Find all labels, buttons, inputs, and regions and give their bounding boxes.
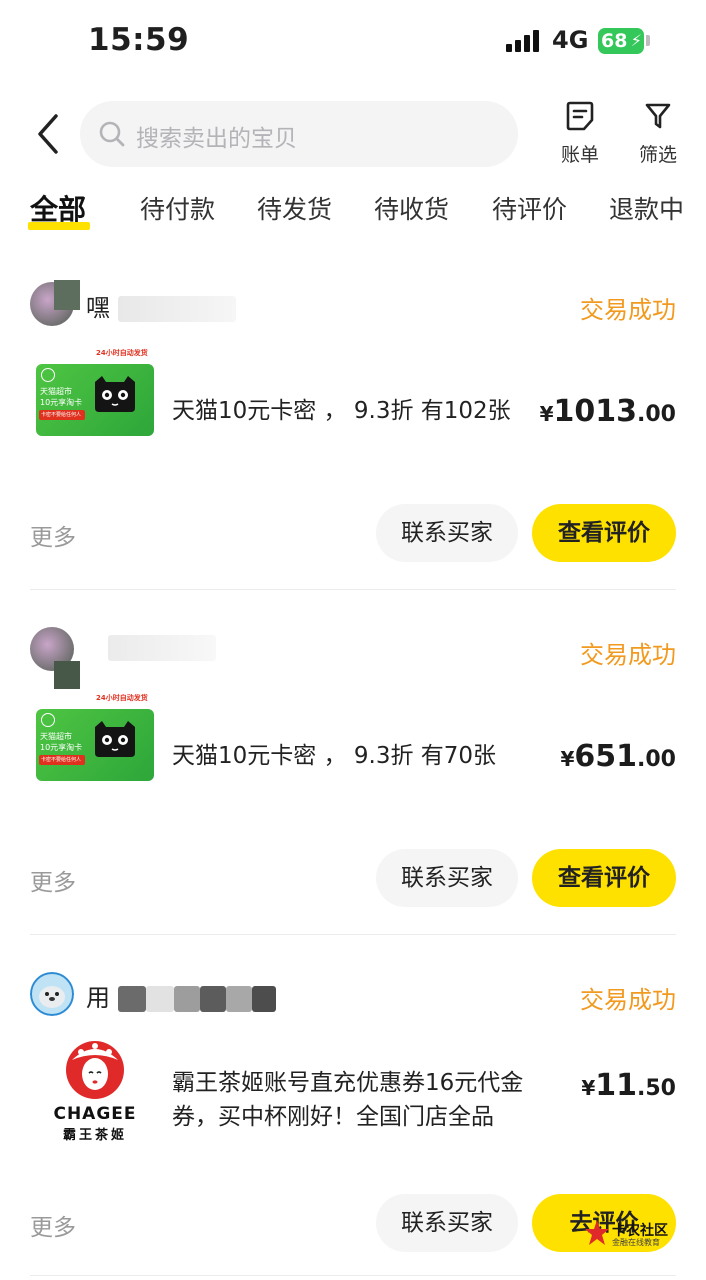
tab-refunding[interactable]: 退款中 — [609, 190, 684, 226]
tmall-cat-icon — [95, 376, 135, 412]
product-title[interactable]: 天猫10元卡密 ， 9.3折 有70张 — [172, 739, 542, 773]
price-integer: 651 — [574, 739, 638, 774]
card-line1: 天猫超市 — [40, 387, 72, 396]
tab-pending-shipment[interactable]: 待发货 — [257, 190, 332, 226]
buyer-name-visible: 嘿 — [86, 294, 110, 322]
search-icon — [99, 121, 125, 147]
avatar[interactable] — [30, 972, 74, 1016]
filter-icon — [645, 103, 671, 129]
search-placeholder: 搜索卖出的宝贝 — [136, 126, 297, 152]
divider — [30, 934, 676, 935]
order-tabs: 全部 待付款 待发货 待收货 待评价 退款中 — [0, 190, 706, 234]
watermark-subtitle: 金融在线教育 — [612, 1238, 660, 1247]
tab-pending-payment[interactable]: 待付款 — [140, 190, 215, 226]
buyer-name-redacted — [145, 986, 174, 1012]
card-line2: 10元享淘卡 — [40, 743, 83, 752]
gift-card-image: 天猫超市 10元享淘卡 卡密不要给任何人 — [36, 709, 154, 781]
bill-icon — [566, 101, 594, 131]
buyer-name-redacted — [117, 296, 236, 322]
tab-pending-review[interactable]: 待评价 — [492, 190, 567, 226]
price: ¥1013.00 — [540, 394, 676, 429]
buyer-name[interactable] — [108, 633, 216, 661]
seal-avatar-icon — [30, 972, 74, 1016]
product-thumbnail[interactable]: 天猫超市 10元享淘卡 卡密不要给任何人 24小时自动发货 — [36, 693, 154, 783]
buyer-name-redacted — [173, 986, 200, 1012]
more-button[interactable]: 更多 — [30, 863, 76, 897]
price-decimal: .00 — [637, 747, 676, 772]
network-type: 4G — [552, 26, 589, 54]
card-logo — [41, 368, 55, 382]
price-currency: ¥ — [560, 747, 575, 771]
search-input[interactable]: 搜索卖出的宝贝 — [80, 101, 518, 167]
order-status: 交易成功 — [580, 296, 676, 324]
more-button[interactable]: 更多 — [30, 518, 76, 552]
buyer-name[interactable]: 嘿 — [86, 288, 236, 323]
divider — [30, 589, 676, 590]
chagee-chinese-name: 霸王茶姬 — [62, 1128, 127, 1143]
product-title[interactable]: 天猫10元卡密 ， 9.3折 有102张 — [172, 394, 542, 428]
contact-buyer-button[interactable]: 联系买家 — [376, 1194, 518, 1252]
signal-icon — [506, 30, 540, 52]
battery-level: 68 — [601, 30, 628, 52]
card-logo — [41, 713, 55, 727]
buyer-name-redacted — [251, 986, 276, 1012]
divider — [30, 1275, 676, 1276]
bill-label: 账单 — [560, 144, 599, 166]
price-decimal: .00 — [637, 402, 676, 427]
card-line1: 天猫超市 — [40, 732, 72, 741]
buyer-name-redacted — [108, 635, 216, 661]
bill-button[interactable]: 账单 — [550, 100, 610, 167]
battery-tip — [646, 35, 650, 46]
price-currency: ¥ — [581, 1076, 596, 1100]
battery-icon: 68 ⚡ — [598, 28, 644, 54]
price-integer: 1013 — [553, 394, 638, 429]
watermark: 卡农社区 金融在线教育 — [584, 1216, 696, 1250]
card-line2: 10元享淘卡 — [40, 398, 83, 407]
back-icon[interactable] — [30, 112, 70, 156]
product-thumbnail[interactable]: CHAGEE 霸王茶姬 — [36, 1040, 154, 1143]
clock: 15:59 — [88, 22, 190, 58]
chagee-wordmark: CHAGEE — [53, 1104, 137, 1124]
order-status: 交易成功 — [580, 641, 676, 669]
buyer-name-redacted — [225, 986, 252, 1012]
product-title[interactable]: 霸王茶姬账号直充优惠券16元代金券，买中杯刚好！全国门店全品 — [172, 1066, 542, 1134]
more-button[interactable]: 更多 — [30, 1208, 76, 1242]
contact-buyer-button[interactable]: 联系买家 — [376, 504, 518, 562]
filter-button[interactable]: 筛选 — [628, 100, 688, 167]
price-decimal: .50 — [637, 1076, 676, 1101]
status-bar: 15:59 4G 68 ⚡ — [0, 0, 706, 84]
price-currency: ¥ — [539, 402, 554, 426]
tab-pending-receipt[interactable]: 待收货 — [374, 190, 449, 226]
price: ¥11.50 — [581, 1068, 676, 1103]
charging-icon: ⚡ — [630, 31, 642, 50]
view-review-button[interactable]: 查看评价 — [532, 504, 676, 562]
avatar-overlay — [54, 661, 80, 689]
card-top-label: 24小时自动发货 — [96, 694, 148, 702]
contact-buyer-button[interactable]: 联系买家 — [376, 849, 518, 907]
buyer-name-redacted — [117, 986, 146, 1012]
filter-label: 筛选 — [638, 144, 677, 166]
product-thumbnail[interactable]: 天猫超市 10元享淘卡 卡密不要给任何人 24小时自动发货 — [36, 348, 154, 438]
price-integer: 11 — [595, 1068, 638, 1103]
card-warning: 卡密不要给任何人 — [39, 755, 85, 765]
order-status: 交易成功 — [580, 986, 676, 1014]
card-top-label: 24小时自动发货 — [96, 349, 148, 357]
buyer-name[interactable]: 用 — [86, 978, 276, 1013]
gift-card-image: 天猫超市 10元享淘卡 卡密不要给任何人 — [36, 364, 154, 436]
buyer-name-redacted — [199, 986, 226, 1012]
tmall-cat-icon — [95, 721, 135, 757]
chagee-logo-icon — [66, 1041, 124, 1099]
card-warning: 卡密不要给任何人 — [39, 410, 85, 420]
buyer-name-visible: 用 — [86, 984, 110, 1012]
avatar-overlay — [54, 280, 80, 310]
tab-all[interactable]: 全部 — [30, 188, 86, 228]
view-review-button[interactable]: 查看评价 — [532, 849, 676, 907]
watermark-logo-icon — [585, 1220, 609, 1245]
price: ¥651.00 — [560, 739, 676, 774]
